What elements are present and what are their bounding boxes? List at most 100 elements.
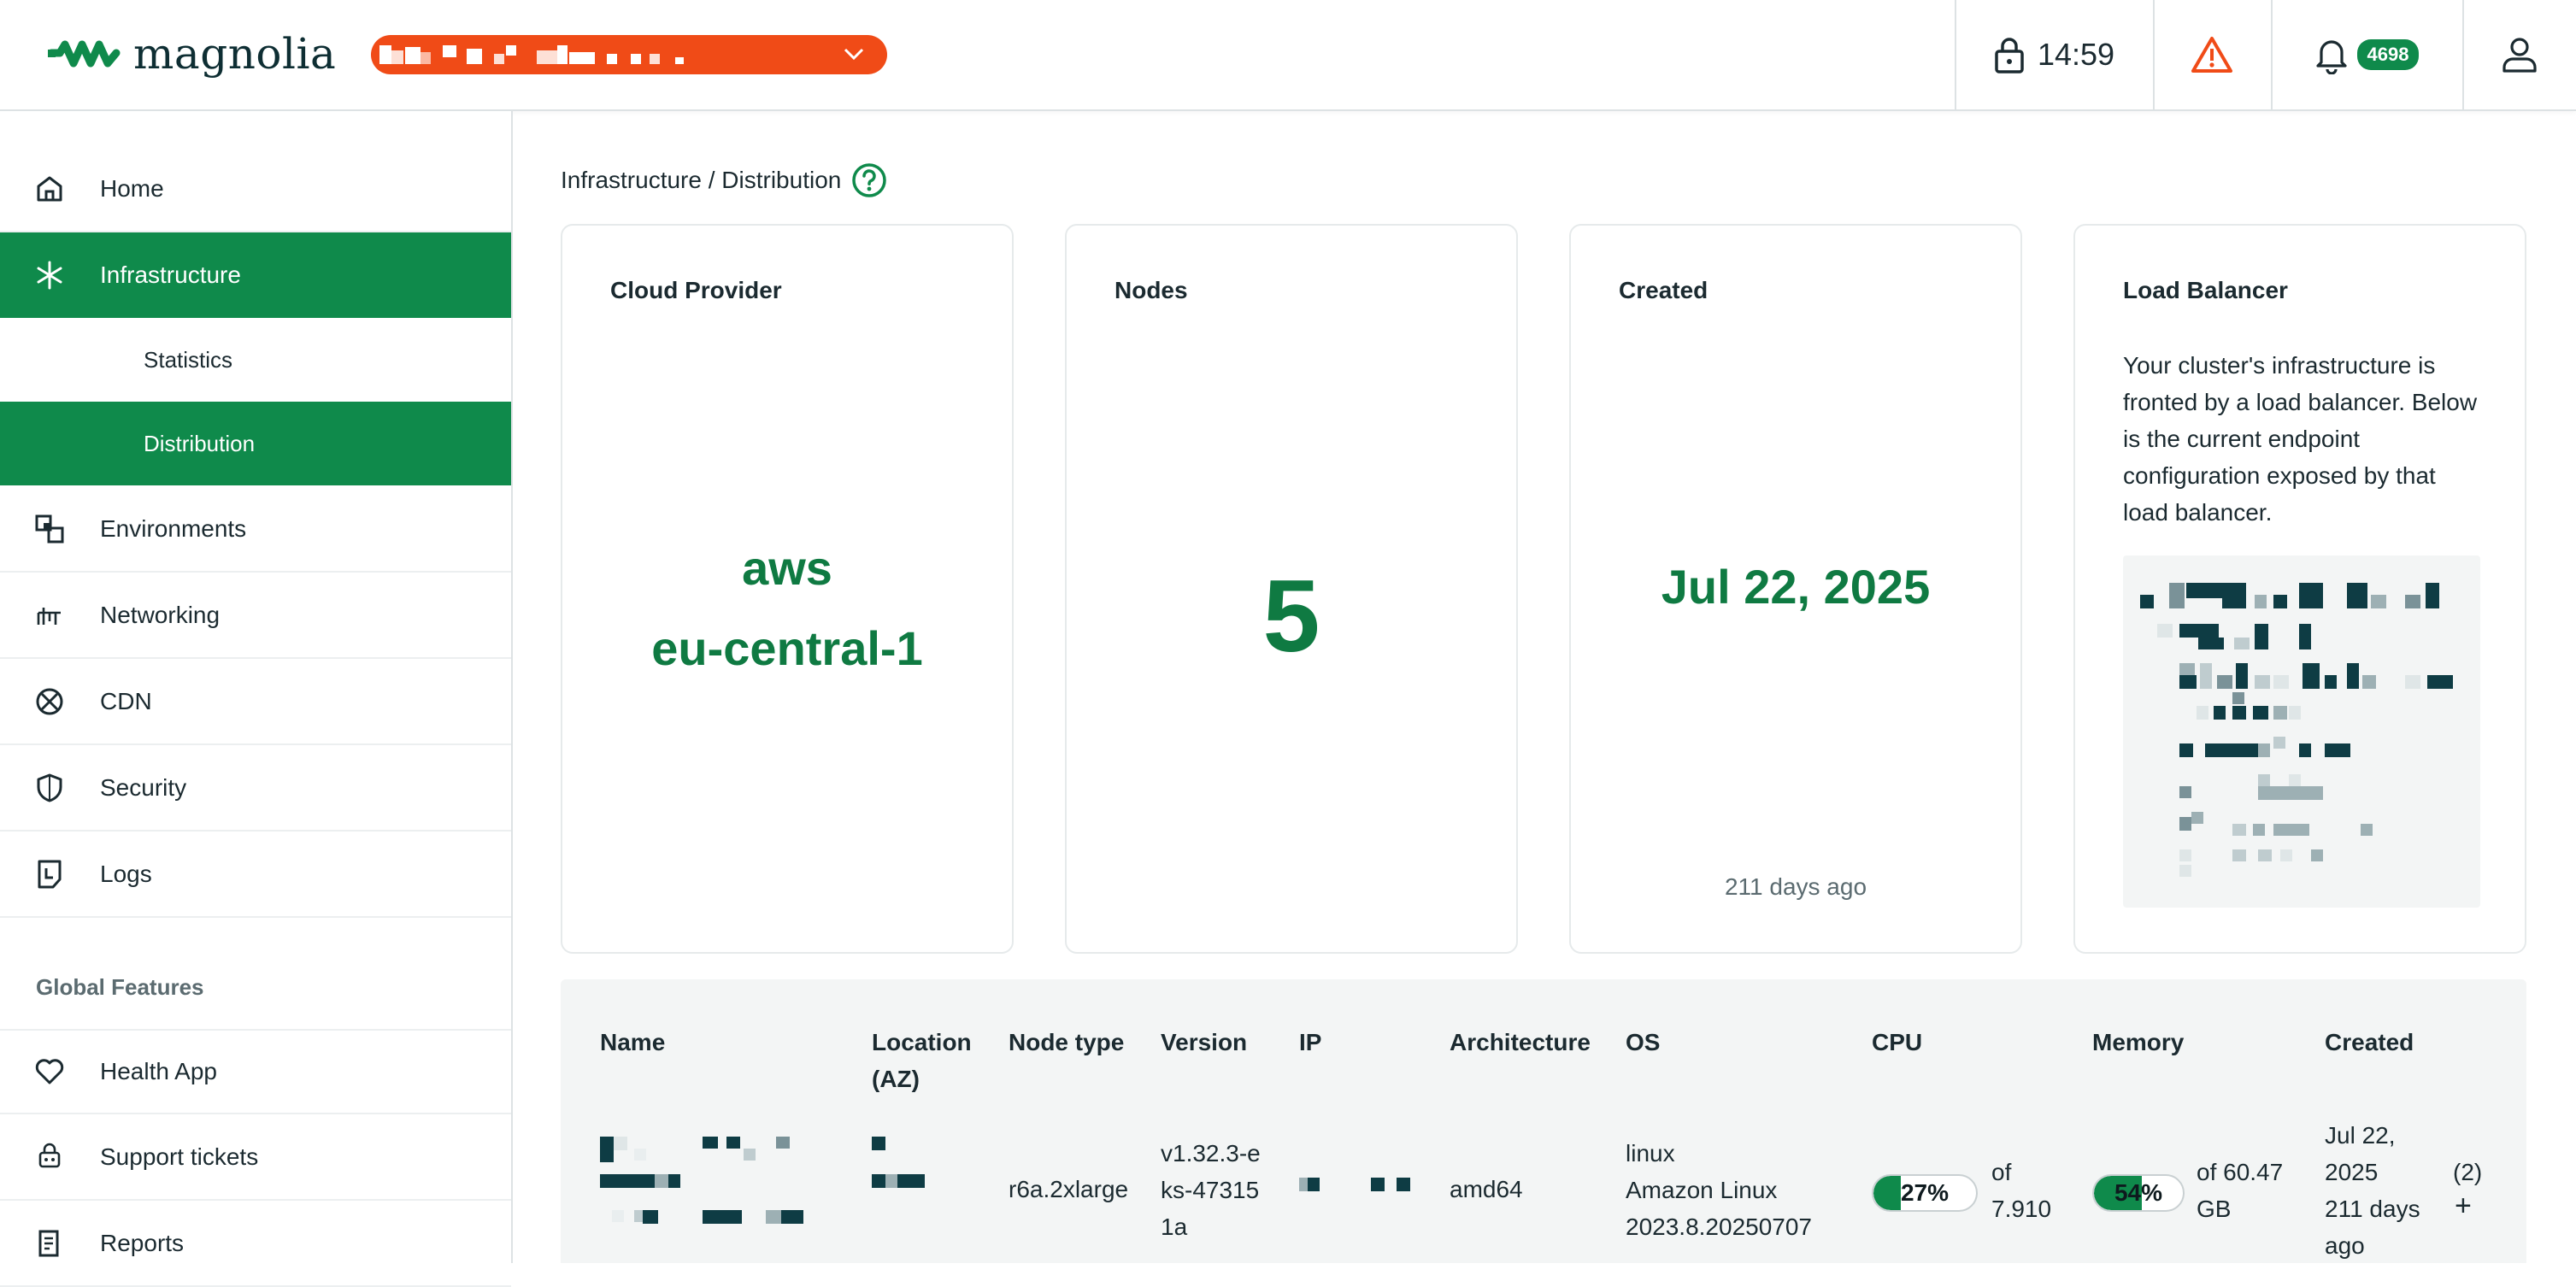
sidebar-item-label: Support tickets (100, 1143, 259, 1170)
logs-icon (32, 857, 67, 891)
os-line: 2023.8.20250707 (1626, 1214, 1812, 1240)
cloud-provider-name: aws (742, 541, 832, 595)
redacted-node-name (600, 1137, 803, 1224)
cpu-total-line: 7.910 (1991, 1196, 2052, 1222)
sidebar-item-logs[interactable]: Logs (0, 832, 511, 918)
created-line: ago (2325, 1232, 2365, 1259)
card-title: Cloud Provider (610, 277, 782, 303)
top-header: magnolia 14:59 4698 (0, 0, 2576, 111)
cloud-region: eu-central-1 (651, 621, 923, 675)
cloud-provider-card: Cloud Provider aws eu-central-1 (561, 224, 1014, 954)
table-row[interactable]: r6a.2xlarge v1.32.3-eks-473151a amd64 li… (561, 1122, 2526, 1263)
nodes-card: Nodes 5 (1065, 224, 1518, 954)
notifications-button[interactable]: 4698 (2272, 0, 2461, 109)
memory-total-line: of 60.47 (2197, 1159, 2284, 1185)
nodes-table: Name Location (AZ) Node type Version IP … (561, 979, 2526, 1263)
card-title: Load Balancer (2123, 277, 2288, 303)
card-title: Created (1619, 277, 1709, 303)
sidebar-item-label: CDN (100, 688, 152, 714)
sidebar-subitem-label: Statistics (144, 346, 233, 373)
load-balancer-card: Load Balancer Your cluster's infrastruct… (2073, 224, 2526, 954)
card-title: Nodes (1115, 277, 1188, 303)
sidebar-item-label: Health App (100, 1058, 217, 1084)
sidebar-item-cdn[interactable]: CDN (0, 660, 511, 745)
environment-selector[interactable] (371, 35, 887, 74)
cpu-total-line: of (1991, 1159, 2012, 1185)
version-cell: v1.32.3-eks-473151a (1161, 1140, 1261, 1240)
sidebar-item-security[interactable]: Security (0, 746, 511, 832)
bell-icon (2314, 35, 2349, 74)
shield-icon (32, 771, 67, 805)
column-header-memory: Memory (2092, 1029, 2185, 1055)
redacted-location (872, 1137, 925, 1188)
sidebar-item-label: Environments (100, 515, 247, 542)
sidebar-item-reports[interactable]: Reports (0, 1202, 511, 1287)
sidebar-item-environments[interactable]: Environments (0, 487, 511, 573)
expand-row-button[interactable]: + (2455, 1188, 2472, 1225)
created-line: Jul 22, (2325, 1122, 2396, 1149)
sidebar-item-label: Infrastructure (100, 262, 241, 288)
magnolia-logo-icon (48, 40, 121, 68)
reports-icon (32, 1226, 67, 1261)
os-line: linux (1626, 1140, 1675, 1167)
notification-count-badge: 4698 (2356, 39, 2420, 70)
sidebar-item-label: Security (100, 774, 187, 801)
chevron-down-icon (843, 45, 865, 62)
breadcrumb: Infrastructure / Distribution (561, 162, 887, 198)
cdn-icon (32, 685, 67, 719)
sidebar-item-label: Reports (100, 1230, 185, 1256)
user-icon (2500, 35, 2539, 74)
created-line: 2025 (2325, 1159, 2379, 1185)
column-header-node-type: Node type (1009, 1029, 1125, 1055)
sidebar-item-label: Logs (100, 861, 152, 887)
load-balancer-description: Your cluster's infrastructure is fronted… (2123, 352, 2478, 526)
asterisk-icon (32, 258, 67, 292)
column-header-location: Location (AZ) (872, 1029, 972, 1092)
created-line: 211 days (2325, 1196, 2420, 1222)
support-icon (32, 1140, 67, 1174)
sidebar: Home Infrastructure Statistics Distribut… (0, 111, 513, 1287)
sidebar-item-home[interactable]: Home (0, 147, 511, 232)
load-balancer-endpoint-config (2123, 555, 2480, 908)
sidebar-subitem-distribution[interactable]: Distribution (0, 402, 511, 485)
brand-logo[interactable]: magnolia (48, 29, 336, 79)
brand-name: magnolia (133, 29, 337, 79)
cpu-usage-percent: 27% (1900, 1179, 1950, 1206)
created-relative: 211 days ago (1724, 873, 1867, 900)
column-header-version: Version (1161, 1029, 1248, 1055)
redacted-environment-name (379, 45, 684, 64)
memory-usage-percent: 54% (2114, 1179, 2163, 1206)
session-timer[interactable]: 14:59 (1956, 0, 2152, 109)
sidebar-item-support-tickets[interactable]: Support tickets (0, 1115, 511, 1201)
created-card: Created Jul 22, 2025 211 days ago (1569, 224, 2022, 954)
user-menu-button[interactable] (2463, 0, 2576, 109)
os-line: Amazon Linux (1626, 1177, 1778, 1203)
sidebar-item-networking[interactable]: Networking (0, 573, 511, 659)
memory-usage-pill: 54% (2092, 1174, 2185, 1212)
sidebar-item-health-app[interactable]: Health App (0, 1029, 511, 1114)
alerts-button[interactable] (2154, 0, 2270, 109)
session-time: 14:59 (2037, 37, 2115, 72)
heart-icon (32, 1055, 67, 1089)
memory-total-line: GB (2197, 1196, 2232, 1222)
column-header-created: Created (2325, 1029, 2414, 1055)
sidebar-item-label: Home (100, 175, 164, 202)
node-count: 5 (1262, 559, 1320, 673)
column-header-os: OS (1626, 1029, 1661, 1055)
row-extra-count: (2) (2453, 1159, 2483, 1185)
cpu-usage-pill: 27% (1872, 1174, 1978, 1212)
redacted-endpoint-config (2140, 583, 2453, 877)
sidebar-subitem-statistics[interactable]: Statistics (0, 318, 511, 402)
help-icon[interactable] (851, 162, 887, 198)
created-date: Jul 22, 2025 (1661, 560, 1931, 614)
sidebar-subitem-label: Distribution (144, 430, 256, 456)
sidebar-item-infrastructure[interactable]: Infrastructure (0, 232, 511, 318)
home-icon (32, 172, 67, 206)
column-header-cpu: CPU (1872, 1029, 1923, 1055)
column-header-architecture: Architecture (1450, 1029, 1591, 1055)
breadcrumb-text: Infrastructure / Distribution (561, 167, 842, 193)
sidebar-item-label: Networking (100, 602, 221, 628)
column-header-name: Name (600, 1029, 666, 1055)
warning-icon (2191, 35, 2233, 74)
architecture-cell: amd64 (1450, 1176, 1523, 1202)
